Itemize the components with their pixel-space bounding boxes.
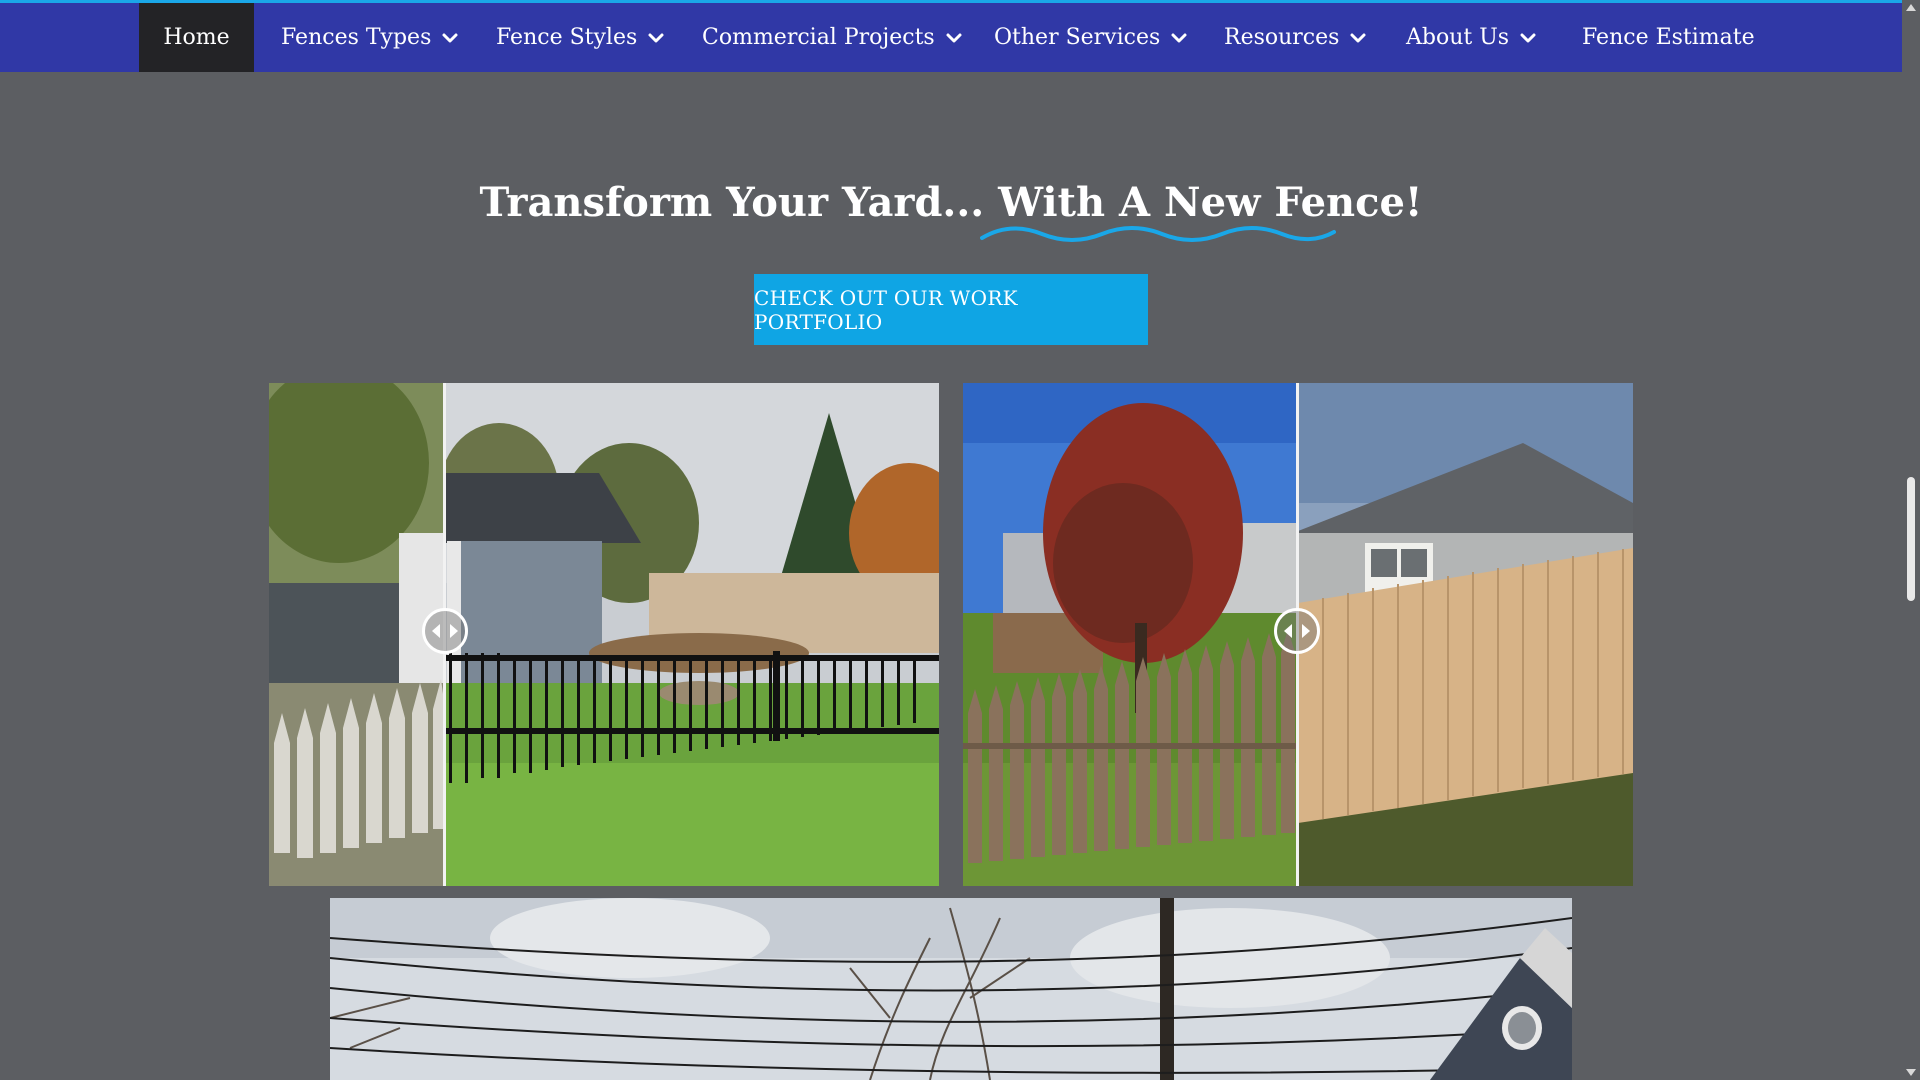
nav-item-label: Other Services [994, 25, 1161, 50]
nav-item-label: About Us [1406, 25, 1510, 50]
section-heading: Transform Your Yard... With A New Fence! [0, 175, 1902, 231]
nav-item-commercial-projects[interactable]: Commercial Projects [702, 3, 963, 72]
before-after-slider-2[interactable] [963, 383, 1633, 886]
before-after-photo-3 [330, 898, 1572, 1080]
nav-item-label: Commercial Projects [702, 25, 935, 50]
left-right-arrows-icon[interactable] [422, 608, 468, 654]
before-after-slider-3[interactable] [330, 898, 1572, 1080]
squiggle-underline [980, 226, 1336, 242]
before-after-photo-1 [269, 383, 939, 886]
portfolio-button[interactable]: CHECK OUT OUR WORK PORTFOLIO [754, 274, 1148, 345]
nav-item-other-services[interactable]: Other Services [994, 3, 1188, 72]
chevron-down-icon [1170, 29, 1188, 47]
nav-item-fence-estimate[interactable]: Fence Estimate [1582, 3, 1755, 72]
chevron-down-icon [647, 29, 665, 47]
nav-item-label: Resources [1224, 25, 1340, 50]
nav-item-label: Fence Estimate [1582, 25, 1755, 50]
left-right-arrows-icon[interactable] [1274, 608, 1320, 654]
chevron-down-icon [1519, 29, 1537, 47]
nav-item-label: Fences Types [281, 25, 432, 50]
scrollbar-thumb[interactable] [1907, 477, 1915, 601]
chevron-down-icon [945, 29, 963, 47]
scroll-down-arrow-icon[interactable] [1906, 1069, 1916, 1076]
before-after-slider-1[interactable] [269, 383, 939, 886]
page-scrollbar[interactable] [1902, 0, 1920, 1080]
nav-item-label: Home [163, 25, 230, 50]
portfolio-button-label: CHECK OUT OUR WORK PORTFOLIO [754, 285, 1018, 334]
main-navigation: Home Fences Types Fence Styles Commercia… [0, 3, 1902, 72]
nav-item-resources[interactable]: Resources [1224, 3, 1367, 72]
heading-part-2: With A New Fence! [998, 179, 1423, 226]
nav-item-fence-styles[interactable]: Fence Styles [496, 3, 665, 72]
nav-item-about-us[interactable]: About Us [1406, 3, 1537, 72]
scroll-up-arrow-icon[interactable] [1906, 4, 1916, 11]
nav-item-fences-types[interactable]: Fences Types [281, 3, 459, 72]
chevron-down-icon [441, 29, 459, 47]
heading-part-1: Transform Your Yard... [479, 179, 999, 226]
chevron-down-icon [1349, 29, 1367, 47]
nav-item-home[interactable]: Home [139, 3, 254, 72]
nav-item-label: Fence Styles [496, 25, 638, 50]
